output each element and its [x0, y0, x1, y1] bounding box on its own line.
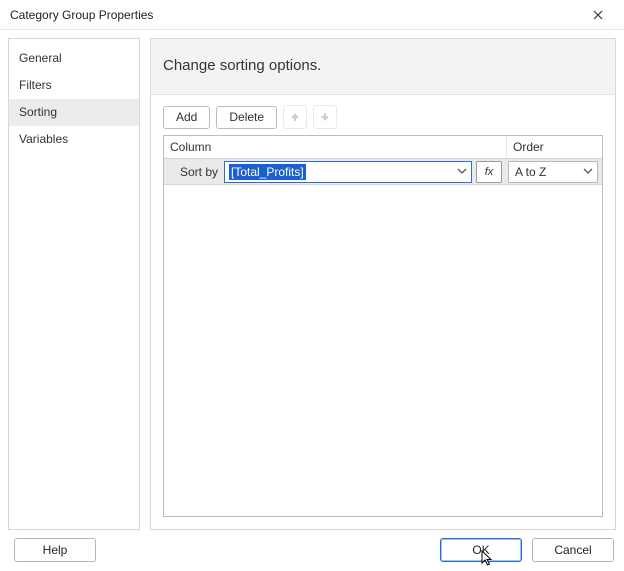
dialog-body: General Filters Sorting Variables Change…: [0, 30, 624, 530]
window-title: Category Group Properties: [10, 8, 153, 22]
footer-right: OK Cancel: [440, 538, 614, 562]
sort-toolbar: Add Delete: [163, 105, 603, 129]
delete-button[interactable]: Delete: [216, 106, 277, 129]
sidebar-item-sorting[interactable]: Sorting: [9, 99, 139, 126]
chevron-down-icon: [583, 165, 593, 179]
sort-grid: Column Order Sort by [Total_Profits] fx: [163, 135, 603, 517]
titlebar: Category Group Properties: [0, 0, 624, 30]
close-button[interactable]: [580, 3, 616, 27]
help-button[interactable]: Help: [14, 538, 96, 562]
panel-content: Add Delete Column Order Sort by [Total_: [151, 95, 615, 529]
sidebar-item-filters[interactable]: Filters: [9, 72, 139, 99]
ok-button[interactable]: OK: [440, 538, 522, 562]
move-up-button[interactable]: [283, 105, 307, 129]
sort-column-value: [Total_Profits]: [229, 164, 306, 180]
add-button[interactable]: Add: [163, 106, 210, 129]
grid-header: Column Order: [164, 136, 602, 159]
chevron-down-icon: [457, 165, 467, 179]
grid-header-order: Order: [506, 136, 602, 158]
arrow-down-icon: [320, 112, 330, 122]
move-down-button[interactable]: [313, 105, 337, 129]
sort-column-combobox[interactable]: [Total_Profits]: [224, 161, 472, 183]
sidebar-item-general[interactable]: General: [9, 45, 139, 72]
dialog-footer: Help OK Cancel: [0, 530, 624, 570]
fx-icon: fx: [485, 166, 494, 178]
main-panel: Change sorting options. Add Delete Colum…: [150, 38, 616, 530]
sidebar-item-variables[interactable]: Variables: [9, 126, 139, 153]
grid-header-column: Column: [164, 136, 506, 158]
expression-button[interactable]: fx: [476, 161, 502, 183]
ok-label: OK: [472, 543, 489, 557]
close-icon: [593, 10, 603, 20]
cancel-button[interactable]: Cancel: [532, 538, 614, 562]
grid-row: Sort by [Total_Profits] fx A to Z: [164, 159, 602, 185]
sidebar: General Filters Sorting Variables: [8, 38, 140, 530]
arrow-up-icon: [290, 112, 300, 122]
panel-heading: Change sorting options.: [151, 39, 615, 95]
sort-order-combobox[interactable]: A to Z: [508, 161, 598, 183]
sort-order-value: A to Z: [515, 165, 546, 179]
row-label: Sort by: [164, 165, 224, 179]
